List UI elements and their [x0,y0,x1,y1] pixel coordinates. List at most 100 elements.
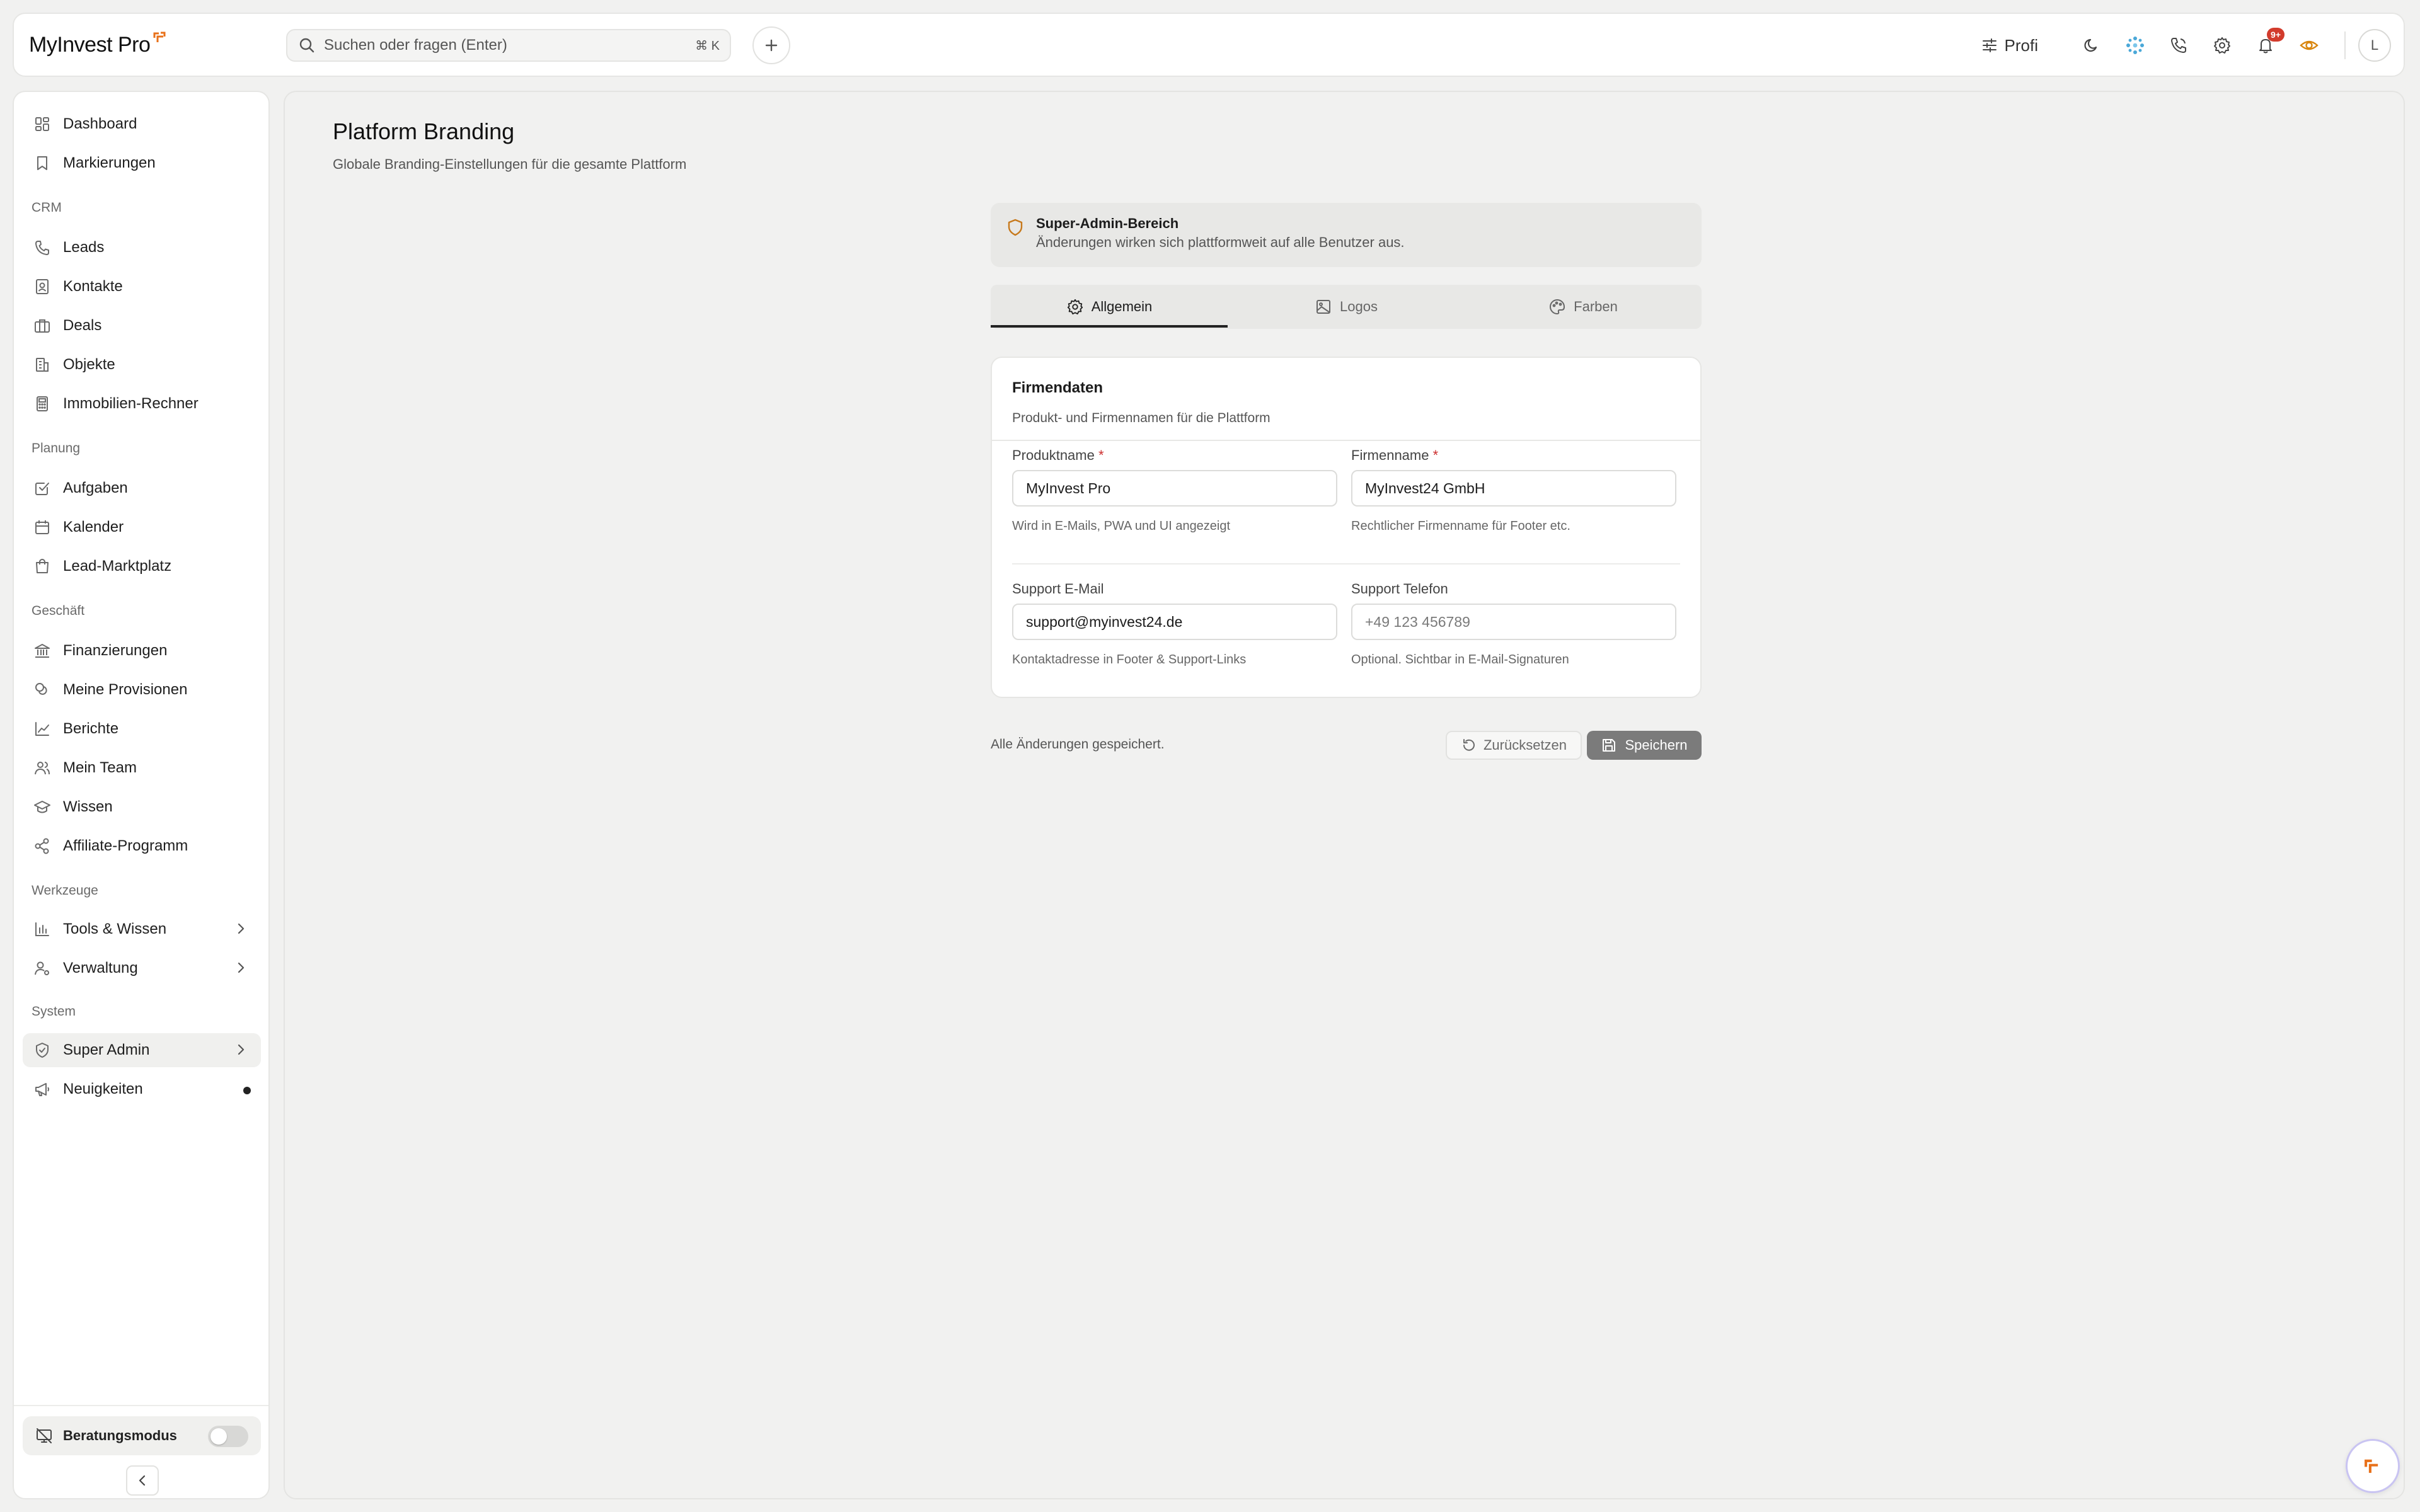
chevron-right-icon [233,921,248,936]
notification-badge: 9+ [2267,28,2285,42]
ai-assistant-button[interactable] [2123,33,2148,58]
coins-icon [33,680,52,699]
dark-mode-toggle[interactable] [2079,33,2104,58]
sidebar-item-objekte[interactable]: Objekte [23,348,261,382]
sidebar-item-label: Super Admin [63,1041,150,1058]
notifications-button[interactable]: 9+ [2253,28,2285,58]
shield-icon [1006,218,1025,237]
sidebar-item-label: Neuigkeiten [63,1080,143,1097]
save-button[interactable]: Speichern [1587,731,1702,760]
notice-text: Änderungen wirken sich plattformweit auf… [1036,234,1405,250]
product-name-field[interactable]: MyInvest Pro [1012,470,1337,507]
tab-logos[interactable]: Logos [1228,285,1465,329]
shopping-bag-icon [33,557,52,576]
section-label-geschaeft: Geschäft [32,604,85,618]
calculator-icon [33,394,52,413]
briefcase-icon [33,316,52,335]
sidebar-item-affiliate-programm[interactable]: Affiliate-Programm [23,829,261,863]
sidebar-item-label: Markierungen [63,154,156,171]
card-divider [1012,563,1680,564]
save-label: Speichern [1625,737,1688,753]
tab-label: Logos [1340,299,1378,314]
consult-mode-label: Beratungsmodus [63,1428,177,1443]
super-admin-notice: Super-Admin-Bereich Änderungen wirken si… [991,203,1702,267]
phone-button[interactable] [2166,33,2191,58]
search-shortcut: ⌘ K [695,39,720,53]
sidebar-item-finanzierungen[interactable]: Finanzierungen [23,634,261,668]
reset-button[interactable]: Zurücksetzen [1446,731,1582,760]
notice-title: Super-Admin-Bereich [1036,215,1179,231]
support-email-help: Kontaktadresse in Footer & Support-Links [1012,653,1247,667]
support-email-field[interactable]: support@myinvest24.de [1012,604,1337,640]
sidebar-item-lead-marktplatz[interactable]: Lead-Marktplatz [23,549,261,583]
tab-allgemein[interactable]: Allgemein [991,285,1228,329]
sidebar-item-verwaltung[interactable]: Verwaltung [23,951,261,985]
sidebar-item-super-admin[interactable]: Super Admin [23,1033,261,1067]
sidebar-item-label: Deals [63,317,102,334]
user-cog-icon [33,959,52,978]
product-name-help: Wird in E-Mails, PWA und UI angezeigt [1012,519,1231,533]
sidebar-item-markierungen[interactable]: Markierungen [23,146,261,180]
consult-mode-control[interactable]: Beratungsmodus [23,1416,261,1455]
sidebar-item-kalender[interactable]: Kalender [23,510,261,544]
company-data-card: Firmendaten Produkt- und Firmennamen für… [991,357,1702,698]
chevron-right-icon [233,1042,248,1057]
assistant-fab[interactable] [2346,1439,2400,1493]
support-phone-help: Optional. Sichtbar in E-Mail-Signaturen [1351,653,1569,667]
topbar-divider [2344,32,2346,59]
section-label-planung: Planung [32,441,81,455]
sidebar-item-leads[interactable]: Leads [23,231,261,265]
search-input[interactable]: Suchen oder fragen (Enter) ⌘ K [286,29,731,62]
sparkle-icon [2125,35,2145,55]
sidebar-item-berichte[interactable]: Berichte [23,712,261,746]
sidebar-item-wissen[interactable]: Wissen [23,790,261,824]
collapse-sidebar-button[interactable] [126,1465,159,1496]
megaphone-icon [33,1080,52,1099]
save-status: Alle Änderungen gespeichert. [991,737,1165,752]
sidebar-item-label: Meine Provisionen [63,681,188,698]
monitor-off-icon [35,1427,53,1445]
tab-farben[interactable]: Farben [1465,285,1702,329]
branding-tabs: Allgemein Logos Farben [991,285,1702,329]
sidebar-item-deals[interactable]: Deals [23,309,261,343]
visibility-button[interactable] [2296,33,2322,58]
section-label-werkzeuge: Werkzeuge [32,883,98,898]
profile-mode-button[interactable]: Profi [1981,36,2038,55]
building-icon [33,355,52,374]
company-name-field[interactable]: MyInvest24 GmbH [1351,470,1676,507]
app-logo[interactable]: MyInvest Pro [29,32,166,57]
sidebar-item-label: Dashboard [63,115,137,132]
sidebar-item-aufgaben[interactable]: Aufgaben [23,471,261,505]
settings-button[interactable] [2210,33,2235,58]
sidebar-item-dashboard[interactable]: Dashboard [23,107,261,141]
sidebar-divider [14,1405,268,1406]
sidebar-item-tools-wissen[interactable]: Tools & Wissen [23,912,261,946]
dashboard-icon [33,115,52,134]
create-button[interactable] [752,26,790,64]
sidebar-item-label: Wissen [63,798,113,815]
save-icon [1601,737,1625,753]
sidebar: Dashboard Markierungen CRM Leads Kontakt… [13,91,270,1499]
sidebar-item-kontakte[interactable]: Kontakte [23,270,261,304]
shield-icon [33,1041,52,1060]
consult-mode-toggle[interactable] [208,1426,248,1447]
avatar[interactable]: L [2358,29,2391,62]
search-placeholder: Suchen oder fragen (Enter) [324,37,507,54]
card-divider [992,440,1700,441]
sidebar-item-meine-provisionen[interactable]: Meine Provisionen [23,673,261,707]
card-title: Firmendaten [1012,379,1103,396]
support-phone-field[interactable]: +49 123 456789 [1351,604,1676,640]
sidebar-item-mein-team[interactable]: Mein Team [23,751,261,785]
sidebar-item-label: Aufgaben [63,479,128,496]
sidebar-item-label: Finanzierungen [63,642,168,659]
sidebar-item-label: Affiliate-Programm [63,837,188,854]
chevron-right-icon [233,960,248,975]
main-content: Platform Branding Globale Branding-Einst… [284,91,2405,1499]
calendar-icon [33,518,52,537]
chevron-left-icon [135,1474,149,1487]
section-label-system: System [32,1004,76,1019]
sidebar-item-label: Lead-Marktplatz [63,558,172,575]
sidebar-item-immobilien-rechner[interactable]: Immobilien-Rechner [23,387,261,421]
logo-text: MyInvest Pro [29,33,151,57]
sidebar-item-neuigkeiten[interactable]: Neuigkeiten [23,1072,261,1106]
